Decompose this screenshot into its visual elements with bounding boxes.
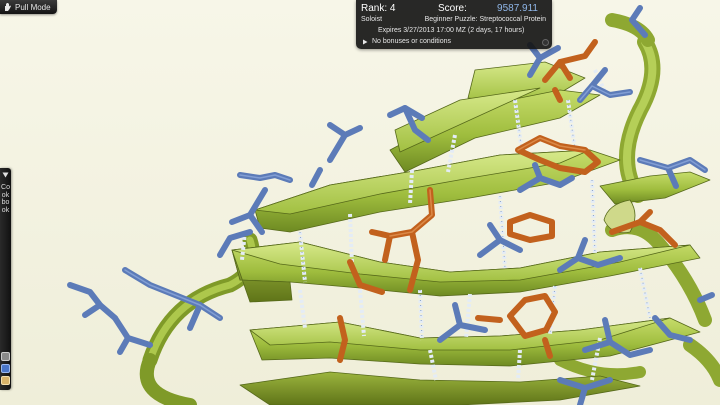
hand-icon — [5, 3, 11, 11]
recipe-script-icon[interactable] — [1, 364, 10, 373]
score-label: Score: — [438, 3, 467, 14]
score-panel: Rank: 4 Score: 9587.911 Soloist Beginner… — [356, 0, 552, 49]
puzzle-title: Beginner Puzzle: Streptococcal Protein — [424, 16, 546, 23]
recipe-edit-icon[interactable] — [1, 376, 10, 385]
cookbook-label: Cookbook — [1, 184, 10, 214]
player-group: Soloist — [361, 16, 383, 23]
bonus-text: No bonuses or conditions — [372, 38, 451, 45]
protein-viewport[interactable] — [0, 0, 720, 405]
triangle-right-icon — [363, 39, 368, 44]
panel-close-icon[interactable] — [542, 39, 549, 46]
bonus-toggle[interactable]: No bonuses or conditions — [362, 38, 451, 45]
expires-text: Expires 3/27/2013 17:00 MZ (2 days, 17 h… — [378, 27, 525, 34]
recipe-tool-icon[interactable] — [1, 352, 10, 361]
mode-label: Pull Mode — [15, 2, 51, 12]
pull-mode-button[interactable]: Pull Mode — [0, 0, 57, 14]
rank-label: Rank: 4 — [361, 3, 396, 14]
protein-3d-view[interactable] — [0, 0, 720, 405]
triangle-down-icon[interactable] — [2, 172, 9, 178]
cookbook-sidebar[interactable]: Cookbook — [0, 168, 11, 390]
score-value: 9587.911 — [497, 3, 538, 14]
